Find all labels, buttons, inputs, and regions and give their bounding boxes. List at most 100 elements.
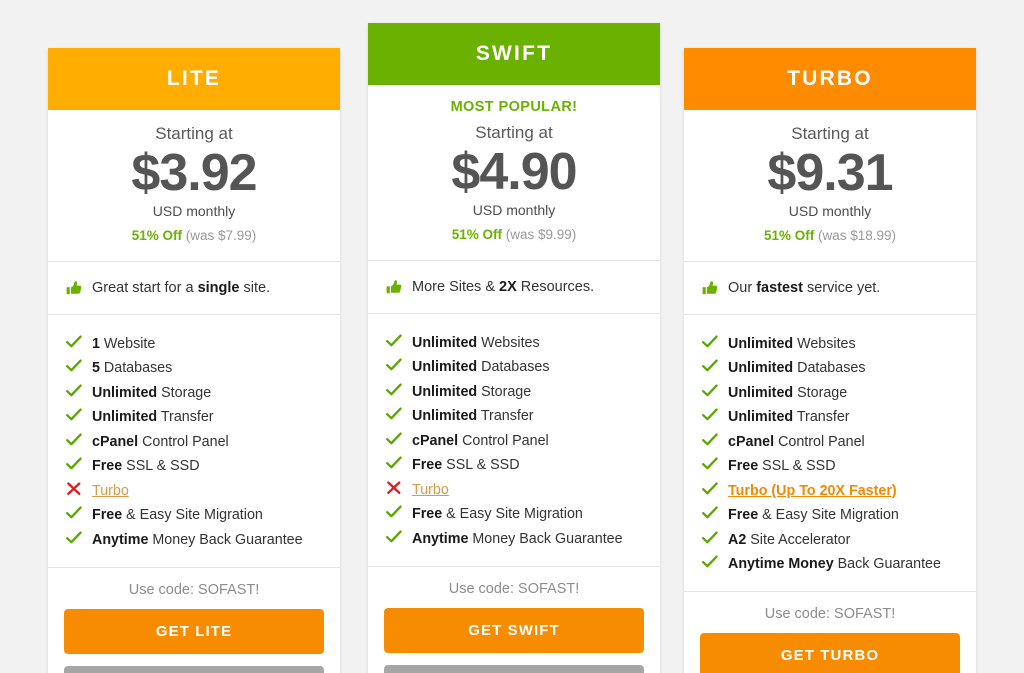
check-icon-glyph: [66, 384, 82, 397]
feature-item: cPanel Control Panel: [702, 428, 976, 452]
check-icon: [386, 358, 402, 372]
feature-rest: Control Panel: [774, 433, 865, 450]
thumbs-up-icon: [702, 280, 718, 296]
feature-rest: Transfer: [793, 409, 850, 426]
feature-text: Anytime Money Back Guarantee: [92, 531, 303, 548]
feature-highlight: Anytime: [92, 531, 149, 548]
price-discount: 51% Off (was $9.99): [378, 227, 650, 242]
feature-item: Unlimited Storage: [386, 378, 660, 402]
feature-item: Anytime Money Back Guarantee: [386, 525, 660, 549]
feature-text: 5 Databases: [92, 361, 172, 375]
plan-card-swift: SWIFT MOST POPULAR! Starting at $4.90 USD mo…: [368, 23, 660, 673]
feature-text: Unlimited Storage: [412, 385, 531, 399]
plan-name: SWIFT: [475, 42, 553, 65]
feature-text: 1 Website: [92, 337, 155, 351]
feature-rest: & Easy Site Migration: [122, 507, 263, 524]
feature-highlight: Unlimited: [412, 408, 478, 425]
check-icon-glyph: [386, 530, 402, 542]
cta-button-swift[interactable]: GET SWIFT: [384, 607, 644, 653]
feature-highlight: 1: [92, 335, 100, 352]
feature-link-turbo[interactable]: Turbo: [92, 483, 129, 499]
feature-rest: SSL & SSD: [758, 458, 836, 475]
feature-rest: & Easy Site Migration: [442, 506, 583, 523]
check-icon-glyph: [66, 433, 82, 446]
feature-text: cPanel Control Panel: [412, 434, 549, 448]
feature-highlight: Unlimited: [728, 360, 794, 377]
feature-item: Turbo: [66, 477, 340, 501]
discount-percent: 51% Off: [451, 227, 502, 243]
starting-at-label: Starting at: [475, 123, 553, 142]
plan-card-turbo: TURBO Starting at $9.31 USD monthly 51% Off …: [684, 48, 976, 673]
feature-highlight: cPanel: [728, 433, 775, 450]
feature-list: Unlimited Websites Unlimited Databases Unl…: [368, 314, 660, 567]
check-icon-glyph: [702, 335, 718, 348]
feature-highlight: Unlimited: [92, 409, 158, 426]
feature-item: Free SSL & SSD: [66, 453, 340, 477]
feature-text: Unlimited Transfer: [412, 409, 534, 423]
feature-highlight: Unlimited: [412, 359, 478, 376]
check-icon-glyph: [386, 334, 402, 347]
feature-text: Unlimited Transfer: [728, 410, 850, 424]
secondary-button-swift[interactable]: [384, 664, 644, 673]
feature-rest: Storage: [793, 384, 848, 401]
feature-item: Turbo: [386, 476, 660, 500]
original-price: (was $9.99): [505, 227, 577, 243]
check-icon-glyph: [702, 408, 718, 421]
feature-rest: & Easy Site Migration: [758, 507, 899, 524]
feature-text: Unlimited Websites: [412, 336, 540, 350]
feature-highlight: Free: [92, 507, 123, 524]
feature-item: Unlimited Transfer: [66, 404, 340, 428]
feature-item: Unlimited Storage: [66, 379, 340, 403]
check-icon: [386, 407, 402, 421]
pricing-table: LITE Starting at $3.92 USD monthly 51% Off (…: [0, 0, 1024, 673]
original-price: (was $18.99): [817, 228, 897, 244]
cta-button-lite[interactable]: GET LITE: [64, 608, 324, 654]
secondary-button-lite[interactable]: [64, 665, 324, 673]
feature-item: cPanel Control Panel: [386, 427, 660, 451]
price-period: USD monthly: [472, 201, 556, 218]
price-period: USD monthly: [152, 202, 236, 219]
check-icon: [702, 555, 718, 569]
tagline-prefix: Our: [728, 280, 757, 297]
check-icon-glyph: [702, 506, 718, 519]
feature-item: Anytime Money Back Guarantee: [66, 526, 340, 550]
check-icon-glyph: [386, 383, 402, 396]
feature-rest: SSL & SSD: [122, 458, 200, 475]
plan-tagline: Our fastest service yet.: [684, 262, 976, 316]
check-icon: [386, 383, 402, 397]
feature-highlight: Unlimited: [92, 384, 158, 401]
feature-rest: Websites: [477, 334, 540, 351]
feature-link-turbo[interactable]: Turbo: [412, 482, 449, 498]
check-icon: [702, 531, 718, 545]
feature-rest: Storage: [157, 384, 212, 401]
feature-item: 1 Website: [66, 330, 340, 354]
tagline-prefix: More Sites &: [412, 279, 500, 296]
feature-list: 1 Website 5 Databases Unlimited Storage Unl…: [48, 315, 340, 568]
check-icon-glyph: [386, 456, 402, 469]
feature-link-turbo[interactable]: Turbo (Up To 20X Faster): [728, 483, 897, 499]
price-amount: $4.90: [451, 143, 577, 202]
feature-text: Unlimited Databases: [728, 361, 865, 375]
cta-button-turbo[interactable]: GET TURBO: [700, 633, 960, 673]
check-icon-glyph: [702, 433, 718, 446]
check-icon-glyph: [702, 384, 718, 397]
plan-name: LITE: [166, 67, 222, 90]
feature-highlight: Unlimited: [412, 383, 478, 400]
card-footer: Use code: SOFAST! GET LITE: [48, 568, 340, 673]
cross-icon: [386, 481, 402, 495]
feature-text: Anytime Money Back Guarantee: [412, 531, 623, 546]
check-icon: [66, 457, 82, 471]
feature-item: Unlimited Websites: [386, 329, 660, 353]
check-icon-glyph: [702, 482, 718, 495]
price-amount: $9.31: [767, 144, 893, 203]
feature-item: Unlimited Transfer: [702, 404, 976, 428]
feature-rest: SSL & SSD: [442, 457, 520, 474]
tagline-suffix: service yet.: [802, 280, 881, 297]
feature-item: Free & Easy Site Migration: [702, 502, 976, 526]
feature-text: Free & Easy Site Migration: [728, 508, 899, 522]
plan-tagline: More Sites & 2X Resources.: [368, 261, 660, 315]
check-icon: [702, 506, 718, 520]
feature-text: Free & Easy Site Migration: [412, 507, 583, 521]
feature-item: Unlimited Storage: [702, 379, 976, 403]
feature-highlight: A2: [728, 531, 747, 548]
